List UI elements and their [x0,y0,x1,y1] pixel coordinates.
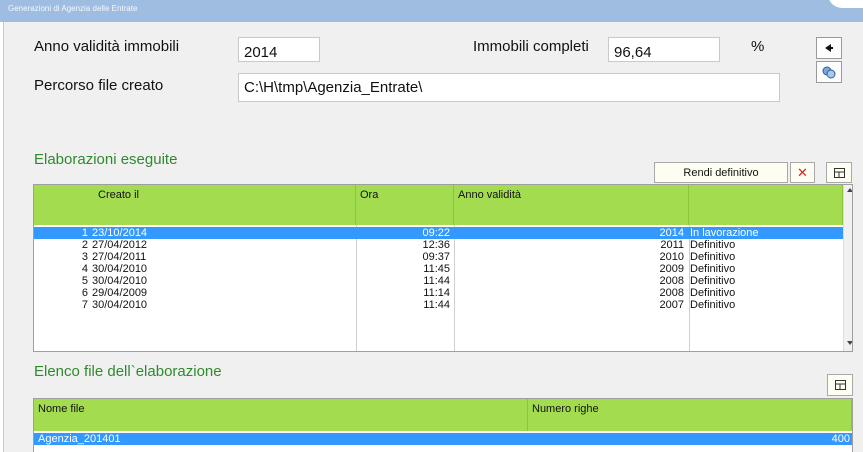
export-files-button[interactable] [827,374,853,396]
grid-icon [834,380,846,390]
export-grid-button[interactable] [826,162,852,183]
folder-browse-button[interactable] [816,61,842,83]
search-folder-icon [822,66,836,79]
table-row[interactable]: 7 30/04/2010 11:44 2007 Definitivo [34,299,843,311]
elenco-file-title: Elenco file dell`elaborazione [34,363,222,380]
column-header-stato[interactable] [689,185,843,225]
delete-button[interactable]: ✕ [790,162,815,183]
table-row[interactable]: 5 30/04/2010 11:44 2008 Definitivo [34,275,843,287]
anno-validita-field[interactable]: 2014 [238,37,320,62]
table-row[interactable]: 6 29/04/2009 11:14 2008 Definitivo [34,287,843,299]
table-row[interactable]: 3 27/04/2011 09:37 2010 Definitivo [34,251,843,263]
scroll-down-icon[interactable] [847,341,852,345]
corner-decoration [828,0,863,8]
column-header-nome-file[interactable]: Nome file [34,399,528,431]
column-header-anno[interactable]: Anno validità [454,185,689,225]
table-row[interactable]: 1 23/10/2014 09:22 2014 In lavorazione [34,227,843,239]
anno-validita-label: Anno validità immobili [34,38,180,55]
percent-label: % [751,38,765,55]
percorso-file-label: Percorso file creato [34,77,164,94]
table-row[interactable]: 4 30/04/2010 11:45 2009 Definitivo [34,263,843,275]
table-row[interactable]: Agenzia_201401 400 [34,433,852,445]
table-row[interactable]: 2 27/04/2012 12:36 2011 Definitivo [34,239,843,251]
window-title-bar: Generazioni di Agenzia delle Entrate [0,0,863,22]
vertical-scrollbar[interactable] [843,185,852,351]
elaborazioni-table: Creato il Ora Anno validità 1 23/10/2014… [33,184,853,352]
immobili-completi-label: Immobili completi [473,38,589,55]
window-title: Generazioni di Agenzia delle Entrate [8,4,138,13]
files-table: Nome file Numero righe Agenzia_201401 40… [33,398,853,452]
elaborazioni-title: Elaborazioni eseguite [34,151,178,168]
percorso-file-field[interactable]: C:\H\tmp\Agenzia_Entrate\ [238,73,780,102]
close-icon: ✕ [797,164,808,180]
column-header-ora[interactable]: Ora [356,185,454,225]
column-header-numero-righe[interactable]: Numero righe [528,399,852,431]
arrow-left-icon [825,44,833,52]
grid-icon [833,167,845,178]
column-header-creato[interactable]: Creato il [34,185,356,225]
confirm-button[interactable] [816,37,842,59]
immobili-completi-field[interactable]: 96,64 [608,37,720,62]
rendi-definitivo-button[interactable]: Rendi definitivo [654,162,788,183]
scroll-up-icon[interactable] [847,188,852,192]
